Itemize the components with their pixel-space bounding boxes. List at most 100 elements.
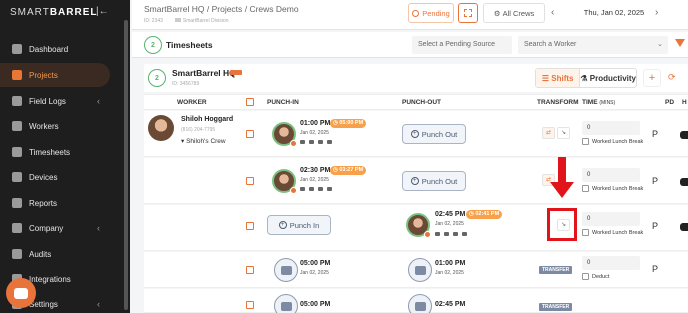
- punch-out-time[interactable]: 02:45 PM: [435, 301, 465, 308]
- fullscreen-button[interactable]: [458, 3, 478, 23]
- worked-lunch-checkbox[interactable]: Worked Lunch Break: [582, 185, 643, 192]
- tab-productivity[interactable]: ⚗ Productivity: [580, 69, 636, 87]
- date-display[interactable]: Thu, Jan 02, 2025: [564, 3, 664, 23]
- punch-out-time[interactable]: 01:00 PM: [435, 260, 465, 267]
- sidebar-scrollbar[interactable]: [124, 20, 128, 310]
- punch-media-icons[interactable]: [300, 140, 332, 144]
- company-id: ID: 3456789: [172, 81, 200, 87]
- photo-icon: [300, 187, 305, 191]
- h-toggle[interactable]: [680, 178, 688, 186]
- app-logo[interactable]: SMARTBARREL: [10, 7, 98, 18]
- company-name: SmartBarrel HQ: [172, 68, 236, 78]
- table-row: 05:00 PM 02:45 PM TRANSFER: [144, 289, 688, 313]
- crews-dropdown[interactable]: ⚙ All Crews: [483, 3, 545, 23]
- pending-button[interactable]: Pending: [408, 3, 454, 23]
- worker-search-select[interactable]: Search a Worker ⌄: [518, 36, 668, 54]
- row-checkbox[interactable]: [246, 177, 254, 185]
- next-date-button[interactable]: ›: [655, 7, 658, 18]
- punch-out-button[interactable]: + Punch Out: [402, 124, 466, 144]
- time-input[interactable]: 0: [582, 121, 640, 135]
- transform-arrow-icon[interactable]: ↘: [557, 127, 570, 139]
- collapse-sidebar-icon[interactable]: |←: [96, 6, 109, 17]
- vehicle-punch-icon[interactable]: [274, 258, 298, 282]
- status-dot-icon: [290, 140, 297, 147]
- vehicle-punch-icon[interactable]: [408, 258, 432, 282]
- time-input[interactable]: 0: [582, 256, 640, 270]
- dashboard-icon: [12, 44, 22, 54]
- time-input[interactable]: 0: [582, 212, 640, 226]
- chevron-down-icon: ⌄: [657, 41, 663, 48]
- eye-icon: [318, 187, 323, 191]
- plus-circle-icon: +: [410, 130, 419, 138]
- sidebar-item-timesheets[interactable]: Timesheets: [0, 140, 110, 164]
- worker-crew-toggle[interactable]: ▾ Shiloh's Crew: [181, 137, 226, 145]
- punch-media-icons[interactable]: [435, 232, 467, 236]
- sidebar-item-dashboard[interactable]: Dashboard: [0, 37, 110, 61]
- sidebar-item-field-logs[interactable]: Field Logs ‹: [0, 89, 110, 113]
- tab-shifts[interactable]: ☰ Shifts: [536, 69, 581, 87]
- punch-in-time[interactable]: 05:00 PM: [300, 260, 330, 267]
- row-checkbox[interactable]: [246, 301, 254, 309]
- worked-lunch-checkbox[interactable]: Worked Lunch Break: [582, 138, 643, 145]
- time-input[interactable]: 0: [582, 168, 640, 182]
- productivity-icon: ⚗: [580, 73, 590, 83]
- annotation-arrowhead-icon: [550, 182, 574, 198]
- sidebar-item-audits[interactable]: Audits: [0, 242, 110, 266]
- punch-in-button[interactable]: + Punch In: [267, 215, 331, 235]
- punch-in-time[interactable]: 02:30 PM: [300, 167, 330, 174]
- chevron-left-icon: ‹: [97, 299, 100, 309]
- table-row: + Punch In 02:45 PM ◷ 02:41 PM Jan 02, 20…: [144, 205, 688, 251]
- punch-in-date: Jan 02, 2025: [300, 270, 329, 276]
- punch-in-photo[interactable]: [272, 169, 297, 194]
- sidebar-item-projects[interactable]: Projects: [0, 63, 110, 87]
- prev-date-button[interactable]: ‹: [551, 7, 554, 18]
- select-all-checkbox[interactable]: [246, 98, 254, 106]
- plus-circle-icon: +: [410, 177, 419, 185]
- deduct-checkbox[interactable]: Deduct: [582, 273, 609, 280]
- expand-icon: [464, 9, 472, 17]
- table-row: 02:30 PM ◷ 03:27 PM Jan 02, 2025 + Punch …: [144, 158, 688, 204]
- device-icon: [309, 140, 314, 144]
- vehicle-punch-icon[interactable]: [408, 294, 432, 313]
- h-toggle[interactable]: [680, 223, 688, 231]
- lock-icon: [327, 140, 332, 144]
- breadcrumb-company[interactable]: SmartBarrel HQ: [144, 4, 204, 14]
- punch-out-time[interactable]: 02:45 PM: [435, 211, 465, 218]
- pending-source-select[interactable]: Select a Pending Source: [412, 36, 512, 54]
- punch-out-photo[interactable]: [406, 213, 431, 238]
- chevron-left-icon: ‹: [97, 96, 100, 106]
- transfer-icon[interactable]: ⇄: [542, 127, 555, 139]
- refresh-icon[interactable]: ⟳: [668, 72, 676, 83]
- col-punch-in: PUNCH-IN: [267, 99, 299, 106]
- breadcrumb-projects[interactable]: Projects: [212, 4, 243, 14]
- device-icon: [444, 232, 449, 236]
- chat-support-button[interactable]: [6, 278, 36, 308]
- punch-in-time[interactable]: 05:00 PM: [300, 301, 330, 308]
- vehicle-punch-icon[interactable]: [274, 294, 298, 313]
- table-header: WORKER PUNCH-IN PUNCH-OUT TRANSFORM TIME…: [144, 94, 688, 110]
- audits-icon: [12, 249, 22, 259]
- punch-media-icons[interactable]: [300, 187, 332, 191]
- col-punch-out: PUNCH-OUT: [402, 99, 441, 106]
- punch-in-time[interactable]: 01:00 PM: [300, 120, 330, 127]
- workers-icon: [12, 121, 22, 131]
- sidebar-item-reports[interactable]: Reports: [0, 191, 110, 215]
- row-checkbox[interactable]: [246, 130, 254, 138]
- row-checkbox[interactable]: [246, 266, 254, 274]
- add-button[interactable]: +: [643, 69, 661, 87]
- punch-out-button[interactable]: + Punch Out: [402, 171, 466, 191]
- lock-icon: [462, 232, 467, 236]
- row-checkbox[interactable]: [246, 222, 254, 230]
- worked-lunch-checkbox[interactable]: Worked Lunch Break: [582, 229, 643, 236]
- annotation-highlight-box: [547, 208, 577, 241]
- punch-in-photo[interactable]: [272, 122, 297, 147]
- punch-out-date: Jan 02, 2025: [435, 270, 464, 276]
- plus-circle-icon: +: [278, 221, 287, 229]
- filter-icon[interactable]: [675, 39, 685, 47]
- worker-name[interactable]: Shiloh Hoggard: [181, 116, 233, 123]
- sidebar-item-company[interactable]: Company ‹: [0, 216, 110, 240]
- annotation-arrow-icon: [558, 157, 566, 183]
- sidebar-item-devices[interactable]: Devices: [0, 165, 110, 189]
- sidebar-item-workers[interactable]: Workers: [0, 114, 110, 138]
- h-toggle[interactable]: [680, 131, 688, 139]
